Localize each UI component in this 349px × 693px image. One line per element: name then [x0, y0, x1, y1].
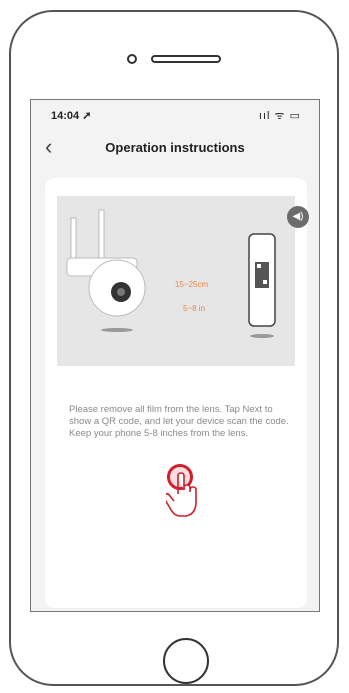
antenna-right — [98, 209, 105, 261]
distance-cm-label: 15~25cm — [175, 280, 209, 289]
instruction-card: ◀) 15~25cm 5~8 in Please remove all film… — [45, 178, 309, 608]
camera-shadow — [101, 328, 133, 332]
distance-in-label: 5~8 in — [183, 304, 206, 313]
nav-bar: ‹ Operation instructions — [31, 128, 319, 168]
pointer-hand-icon — [166, 472, 197, 517]
qr-code-corner — [257, 264, 261, 268]
qr-code-corner — [263, 280, 267, 284]
camera-lens-inner — [117, 288, 125, 296]
front-camera — [127, 54, 137, 64]
instruction-text: Please remove all film from the lens. Ta… — [69, 404, 289, 439]
phone-shadow — [250, 334, 274, 338]
page-title: Operation instructions — [105, 140, 245, 155]
home-button[interactable] — [163, 638, 209, 684]
sound-icon[interactable]: ◀) — [287, 206, 309, 228]
setup-illustration: ◀) 15~25cm 5~8 in — [57, 196, 309, 366]
app-screen: 14:04 ➚ ııl ᯤ ▭ ‹ Operation instructions — [30, 99, 320, 612]
status-time: 14:04 ➚ — [51, 110, 92, 122]
status-bar: 14:04 ➚ ııl ᯤ ▭ — [31, 100, 319, 128]
earpiece-speaker — [151, 55, 221, 63]
status-icons: ııl ᯤ ▭ — [258, 110, 301, 122]
